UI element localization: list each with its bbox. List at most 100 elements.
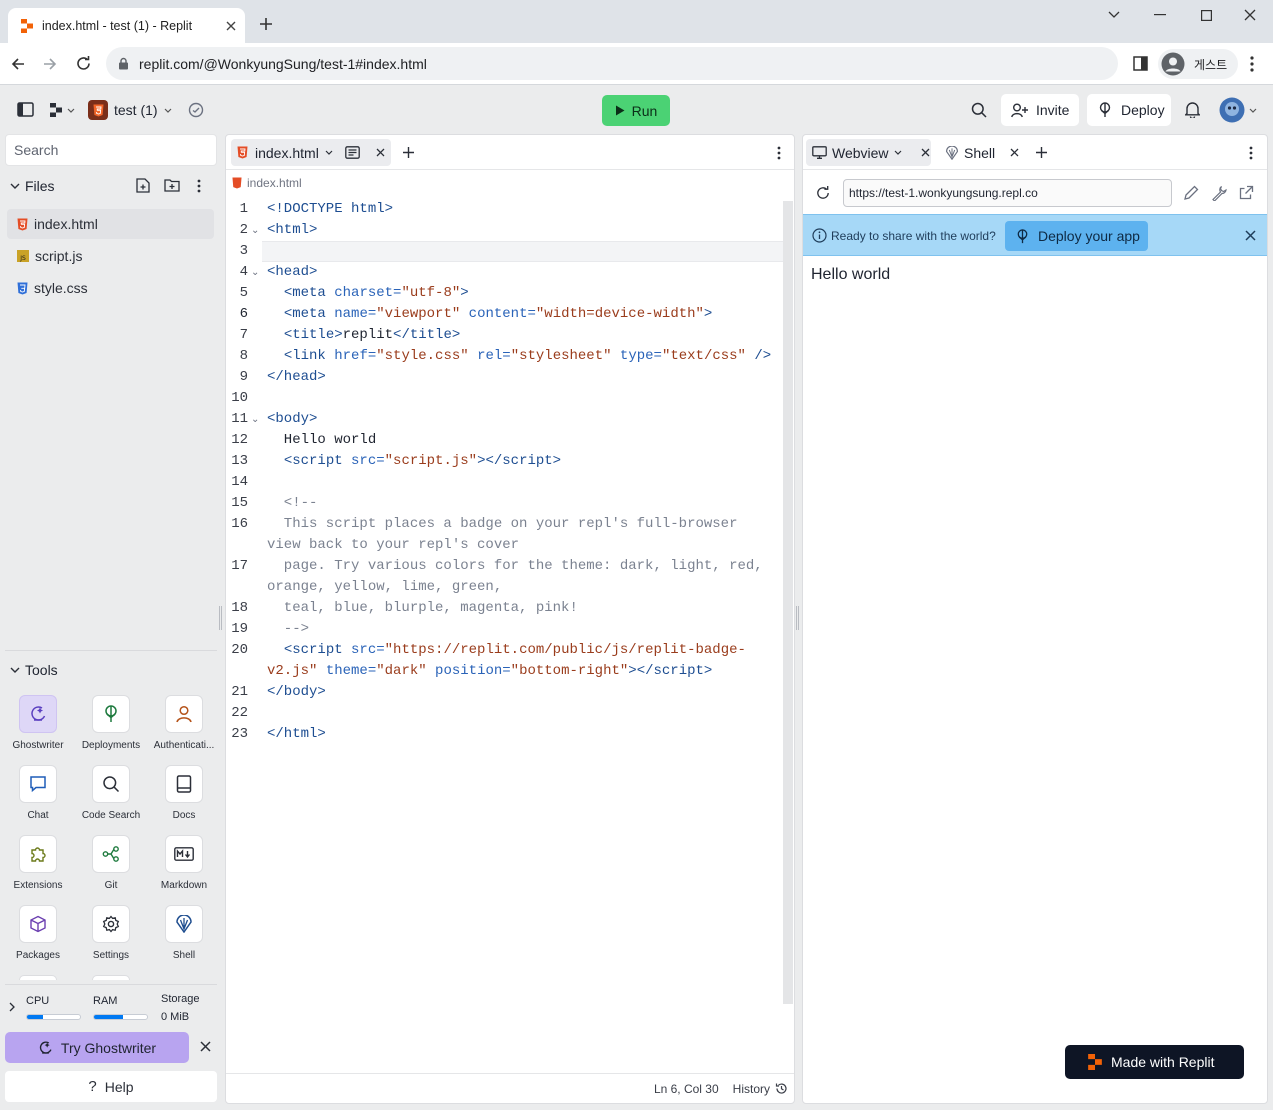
editor-tab-label: index.html — [255, 144, 319, 161]
tab-webview[interactable]: Webview — [806, 139, 931, 166]
url-text: replit.com/@WonkyungSung/test-1#index.ht… — [139, 55, 427, 72]
webview-url-input[interactable] — [843, 179, 1172, 207]
close-tab-icon[interactable] — [376, 148, 385, 157]
history-button[interactable]: History — [733, 1082, 788, 1096]
tab-shell[interactable]: Shell — [939, 139, 1019, 166]
fold-marker-icon[interactable]: ⌄ — [251, 267, 259, 278]
profile-chip[interactable]: 게스트 — [1158, 49, 1238, 79]
help-button[interactable]: ? Help — [5, 1071, 217, 1102]
tool-extensions[interactable]: Extensions — [5, 835, 77, 897]
maximize-icon[interactable] — [1183, 0, 1229, 30]
tool-deployments[interactable]: Deployments — [78, 695, 150, 757]
storage-label: Storage — [161, 993, 200, 1005]
resources-panel[interactable]: CPU RAM Storage 0 MiB — [5, 989, 217, 1029]
reload-icon[interactable] — [815, 185, 831, 201]
deploy-your-app-button[interactable]: Deploy your app — [1005, 221, 1148, 251]
close-window-icon[interactable] — [1227, 0, 1273, 30]
help-label: Help — [104, 1078, 134, 1095]
repl-title[interactable]: test (1) — [88, 100, 172, 120]
tab-search-chevron-icon[interactable] — [1091, 0, 1137, 30]
try-ghostwriter-button[interactable]: Try Ghostwriter — [5, 1032, 189, 1063]
add-tab-icon[interactable] — [1035, 146, 1048, 159]
editor-tab-index-html[interactable]: index.html — [231, 139, 391, 166]
tool-authentication[interactable]: Authenticati... — [151, 695, 223, 757]
new-file-icon[interactable] — [136, 178, 150, 193]
file-item-index-html[interactable]: index.html — [7, 209, 214, 239]
code-line: <!-- — [267, 495, 318, 511]
line-number: 23 — [231, 726, 248, 742]
file-name: index.html — [34, 216, 98, 232]
close-icon[interactable] — [1245, 230, 1256, 241]
code-line: <meta charset="utf-8"> — [283, 285, 469, 301]
forward-arrow-icon[interactable] — [42, 56, 58, 72]
ram-meter — [93, 1014, 148, 1020]
tools-section-header[interactable]: Tools — [5, 657, 217, 683]
add-tab-icon[interactable] — [402, 146, 415, 159]
monitor-icon — [812, 146, 827, 159]
new-tab-icon[interactable] — [258, 16, 274, 32]
search-icon[interactable] — [971, 102, 987, 118]
bell-icon[interactable] — [1185, 101, 1200, 118]
browser-tab-strip: index.html - test (1) - Replit — [0, 0, 1273, 43]
code-line: </head> — [267, 369, 326, 385]
file-item-style-css[interactable]: style.css — [7, 273, 214, 303]
tool-label: Authenticati... — [153, 740, 215, 751]
editor-resize-handle[interactable] — [796, 606, 799, 630]
close-tab-icon[interactable] — [225, 20, 237, 32]
deploy-button[interactable]: Deploy — [1087, 94, 1171, 126]
css-file-icon — [17, 282, 28, 295]
browser-tab[interactable]: index.html - test (1) - Replit — [8, 8, 245, 43]
tool-ghostwriter[interactable]: Ghostwriter — [5, 695, 77, 757]
editor-scrollbar[interactable] — [783, 201, 793, 1004]
close-tab-icon[interactable] — [921, 148, 930, 157]
file-item-script-js[interactable]: JS script.js — [7, 241, 214, 271]
files-section-header[interactable]: Files — [5, 173, 217, 199]
breadcrumb[interactable]: index.html — [232, 176, 302, 190]
webview-menu-icon[interactable] — [1249, 146, 1253, 160]
minimize-icon[interactable] — [1137, 0, 1183, 30]
invite-button[interactable]: Invite — [1001, 94, 1079, 126]
files-menu-icon[interactable] — [197, 179, 201, 193]
new-folder-icon[interactable] — [164, 178, 180, 192]
package-icon — [29, 915, 47, 933]
back-arrow-icon[interactable] — [10, 56, 26, 72]
close-icon[interactable] — [200, 1041, 211, 1052]
tool-shell[interactable]: Shell — [151, 905, 223, 967]
fold-marker-icon[interactable]: ⌄ — [251, 414, 259, 425]
cursor-position[interactable]: Ln 6, Col 30 — [654, 1082, 719, 1096]
fold-marker-icon[interactable]: ⌄ — [251, 225, 259, 236]
url-bar[interactable]: replit.com/@WonkyungSung/test-1#index.ht… — [106, 47, 1118, 80]
tool-settings[interactable]: Settings — [78, 905, 150, 967]
tool-code-search[interactable]: Code Search — [78, 765, 150, 827]
open-external-icon[interactable] — [1239, 185, 1254, 200]
cycle-icon[interactable] — [188, 102, 204, 118]
tool-markdown[interactable]: Markdown — [151, 835, 223, 897]
tool-packages[interactable]: Packages — [5, 905, 77, 967]
tool-git[interactable]: Git — [78, 835, 150, 897]
edit-pencil-icon[interactable] — [1183, 185, 1199, 201]
user-avatar[interactable] — [1219, 97, 1257, 123]
code-line: <html> — [267, 222, 318, 238]
cpu-meter-fill — [27, 1015, 43, 1019]
side-panel-icon[interactable] — [1133, 56, 1148, 71]
devtools-wrench-icon[interactable] — [1211, 185, 1227, 201]
code-line: <meta name="viewport" content="width=dev… — [283, 306, 713, 322]
tool-chat[interactable]: Chat — [5, 765, 77, 827]
replit-menu-icon[interactable] — [49, 103, 75, 117]
chevron-right-icon[interactable] — [9, 1002, 15, 1012]
browser-tab-title: index.html - test (1) - Replit — [42, 18, 193, 33]
preview-icon[interactable] — [344, 146, 360, 159]
toggle-sidebar-icon[interactable] — [17, 102, 34, 117]
sidebar-resize-handle[interactable] — [219, 606, 222, 630]
chevron-down-icon[interactable] — [325, 150, 333, 155]
made-with-replit-badge[interactable]: Made with Replit — [1065, 1045, 1244, 1079]
close-tab-icon[interactable] — [1010, 148, 1019, 157]
line-number: 19 — [231, 621, 248, 637]
run-button[interactable]: Run — [602, 95, 670, 126]
browser-menu-icon[interactable] — [1250, 56, 1254, 72]
editor-menu-icon[interactable] — [777, 146, 781, 160]
reload-icon[interactable] — [75, 55, 92, 72]
file-search-input[interactable] — [5, 134, 217, 166]
tool-docs[interactable]: Docs — [151, 765, 223, 827]
chevron-down-icon[interactable] — [894, 150, 902, 155]
